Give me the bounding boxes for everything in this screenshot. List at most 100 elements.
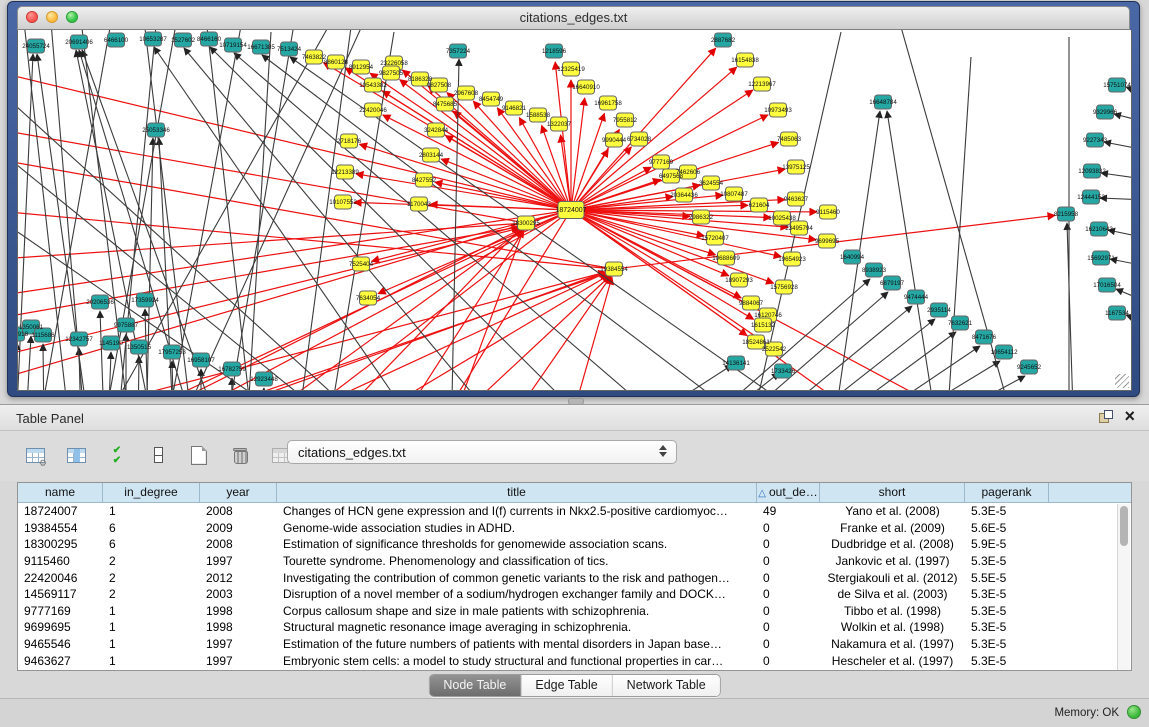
panel-splitter[interactable] — [0, 397, 1149, 404]
graph-node-label: 1615132 — [751, 322, 776, 329]
select-attributes-icon[interactable]: ✔✔ — [104, 442, 130, 468]
tab-edge-table[interactable]: Edge Table — [521, 675, 612, 696]
graph-node-label: 9884067 — [739, 300, 764, 307]
cell-short: Hescheler et al. (1997) — [820, 654, 965, 668]
cell-name: 9463627 — [18, 654, 103, 668]
cell-in_degree: 1 — [103, 637, 200, 651]
cell-in_degree: 2 — [103, 571, 200, 585]
cell-year: 2003 — [200, 587, 277, 601]
graph-edge — [571, 98, 585, 210]
column-header-pagerank[interactable]: pagerank — [965, 483, 1049, 502]
cell-short: Franke et al. (2009) — [820, 521, 965, 535]
cell-title: Structural magnetic resonance image aver… — [277, 620, 757, 634]
graph-node-label: 2718176 — [337, 138, 362, 145]
graph-edge — [766, 319, 935, 391]
memory-status-icon[interactable] — [1127, 705, 1141, 719]
table-row[interactable]: 1456911722003Disruption of a novel membe… — [18, 586, 1131, 603]
tab-network-table[interactable]: Network Table — [613, 675, 720, 696]
cell-name: 19384554 — [18, 521, 103, 535]
cell-pagerank: 5.3E-5 — [965, 504, 1049, 518]
cell-short: Stergiakouli et al. (2012) — [820, 571, 965, 585]
graph-node-label: 13975125 — [782, 164, 810, 171]
graph-node-label: 9146821 — [502, 105, 527, 112]
graph-node-label: 20691406 — [65, 39, 93, 46]
column-header-year[interactable]: year — [200, 483, 277, 502]
graph-edge — [1126, 87, 1132, 102]
citation-network-graph: 1872400718300295193845542405572420691406… — [18, 30, 1132, 391]
column-header-name[interactable]: name — [18, 483, 103, 502]
cell-pagerank: 5.3E-5 — [965, 637, 1049, 651]
graph-node-label: 12213967 — [748, 81, 776, 88]
graph-edge — [18, 210, 571, 302]
table-row[interactable]: 969969511998Structural magnetic resonanc… — [18, 619, 1131, 636]
table-row[interactable]: 1830029562008Estimation of significance … — [18, 536, 1131, 553]
graph-node-label: 9329966 — [1093, 109, 1118, 116]
graph-edge — [856, 376, 1025, 391]
graph-edge — [172, 361, 174, 391]
tab-node-table[interactable]: Node Table — [429, 675, 521, 696]
graph-node-label: 6879197 — [880, 280, 905, 287]
table-columns-icon[interactable] — [63, 442, 89, 468]
graph-node-label: 16958107 — [187, 357, 215, 364]
table-select-value: citations_edges.txt — [298, 445, 406, 460]
cell-year: 2008 — [200, 537, 277, 551]
table-row[interactable]: 1872400712008Changes of HCN gene express… — [18, 503, 1131, 520]
graph-node-label: 621604 — [749, 202, 770, 209]
graph-edge — [946, 57, 971, 391]
graph-edge — [702, 373, 779, 391]
graph-node-label: 20364436 — [670, 192, 698, 199]
cell-out_degree: 0 — [757, 654, 820, 668]
graph-edge — [96, 229, 521, 391]
graph-node-label: 12325419 — [557, 66, 585, 73]
table-select-dropdown[interactable]: citations_edges.txt — [287, 440, 677, 464]
table-row[interactable]: 1938455462009Genome-wide association stu… — [18, 520, 1131, 537]
table-row[interactable]: 2242004622012Investigating the contribut… — [18, 569, 1131, 586]
graph-node-label: 8938923 — [862, 267, 887, 274]
network-canvas[interactable]: 1872400718300295193845542405572420691406… — [17, 30, 1132, 391]
graph-node-label: 2522542 — [762, 346, 787, 353]
float-panel-icon[interactable] — [1099, 410, 1112, 423]
table-row[interactable]: 977716911998Corpus callosum shape and si… — [18, 603, 1131, 620]
cell-in_degree: 2 — [103, 554, 200, 568]
graph-node-label: 1170043 — [407, 201, 431, 208]
cell-name: 9777169 — [18, 604, 103, 618]
column-header-in_degree[interactable]: in_degree — [103, 483, 200, 502]
graph-node-label: 7632621 — [948, 320, 973, 327]
window-titlebar[interactable]: citations_edges.txt — [17, 6, 1130, 30]
table-row[interactable]: 911546021997Tourette syndrome. Phenomeno… — [18, 553, 1131, 570]
memory-status-label: Memory: OK — [1054, 707, 1119, 719]
column-header-short[interactable]: short — [820, 483, 965, 502]
scrollbar-thumb[interactable] — [1120, 506, 1128, 546]
graph-node-label: 8860128 — [324, 59, 349, 66]
table-settings-icon[interactable]: ⚙ — [22, 442, 48, 468]
rows-icon[interactable] — [145, 442, 171, 468]
close-panel-icon[interactable]: × — [1124, 409, 1135, 423]
table-row[interactable]: 946362711997Embryonic stem cells: a mode… — [18, 652, 1131, 669]
delete-table-icon[interactable] — [227, 442, 253, 468]
graph-edge — [164, 30, 241, 391]
graph-edge — [154, 47, 426, 391]
cell-in_degree: 1 — [103, 654, 200, 668]
cell-title: Changes of HCN gene expression and I(f) … — [277, 504, 757, 518]
cell-year: 1997 — [200, 637, 277, 651]
cell-name: 9115460 — [18, 554, 103, 568]
table-row[interactable]: 946554611997Estimation of the future num… — [18, 636, 1131, 653]
cell-title: Disruption of a novel member of a sodium… — [277, 587, 757, 601]
column-header-title[interactable]: title — [277, 483, 757, 502]
graph-node-label: 12444152 — [1077, 194, 1105, 201]
window-resize-grip[interactable] — [1115, 374, 1129, 388]
table-vertical-scrollbar[interactable] — [1117, 504, 1130, 670]
table-tabs: Node TableEdge TableNetwork Table — [428, 674, 720, 697]
graph-node-label: 9245652 — [1017, 364, 1042, 371]
graph-edge — [18, 223, 526, 262]
cell-title: Estimation of significance thresholds fo… — [277, 537, 757, 551]
graph-edge — [636, 365, 732, 391]
graph-edge — [100, 311, 104, 391]
cell-pagerank: 5.9E-5 — [965, 537, 1049, 551]
graph-node-label: 2967608 — [454, 90, 479, 97]
column-header-out_degree[interactable]: △out_de… — [757, 483, 820, 502]
graph-node-label: 7634054 — [356, 295, 381, 302]
new-table-icon[interactable] — [186, 442, 212, 468]
graph-node-label: 15692971 — [1087, 255, 1115, 262]
graph-node-label: 20206536 — [86, 299, 114, 306]
